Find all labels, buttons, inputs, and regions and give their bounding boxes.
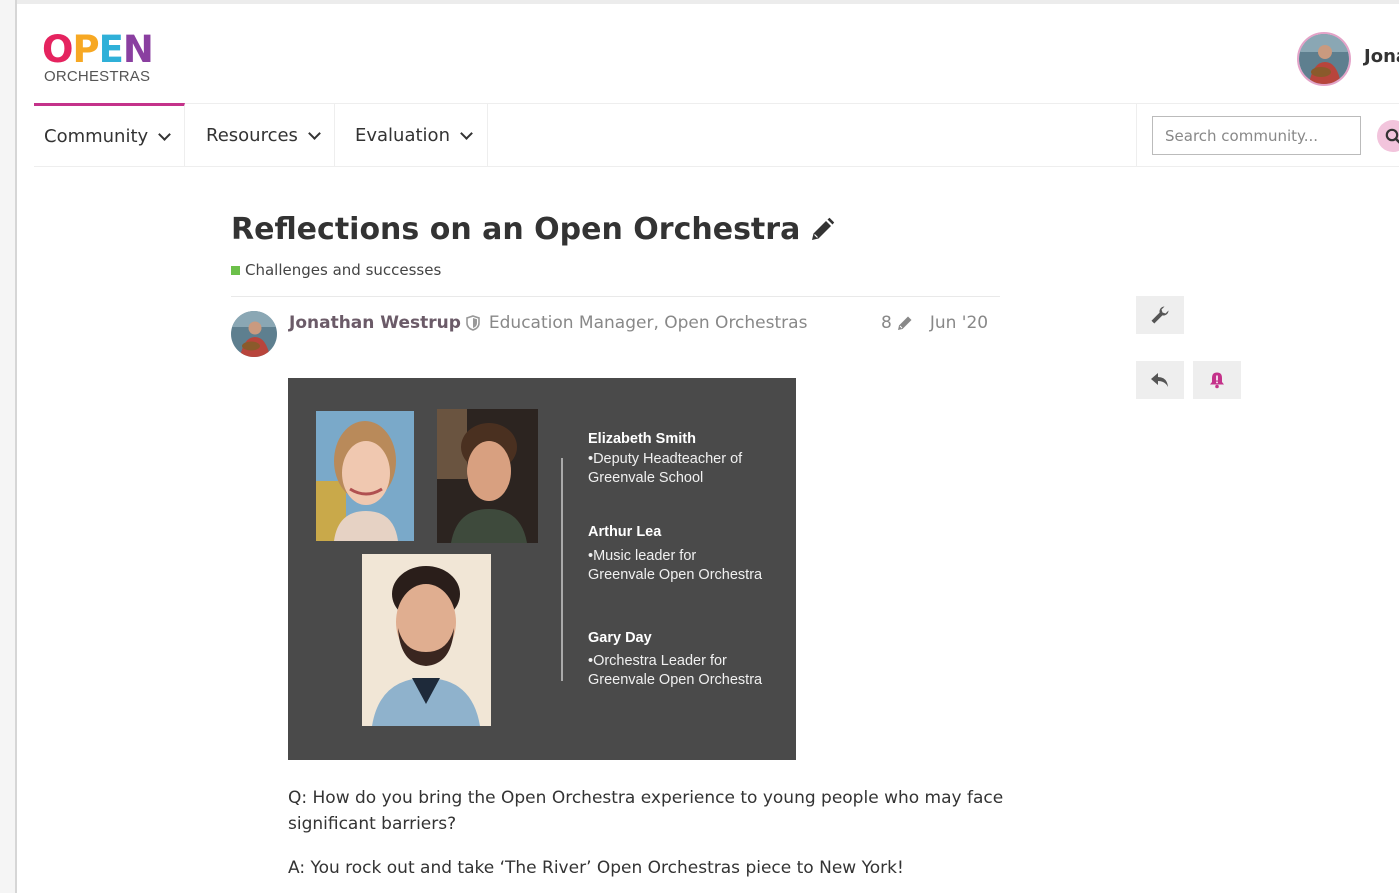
reply-icon: [1151, 373, 1168, 387]
nav-resources[interactable]: Resources: [185, 104, 335, 167]
person-name: Gary Day: [588, 630, 652, 646]
portrait-photo: [316, 411, 414, 541]
nav-label: Evaluation: [355, 125, 450, 146]
username[interactable]: Jonathan: [1364, 46, 1399, 67]
logo-subtitle: ORCHESTRAS: [44, 68, 151, 85]
nav-evaluation[interactable]: Evaluation: [335, 104, 488, 167]
nav-community[interactable]: Community: [34, 103, 185, 167]
nav-divider: [1136, 104, 1137, 167]
person-role: •Deputy Headteacher of: [588, 451, 743, 467]
person-role: Greenvale Open Orchestra: [588, 567, 763, 583]
chevron-down-icon: [460, 126, 473, 140]
pencil-icon[interactable]: [809, 217, 835, 243]
site-logo[interactable]: O P E N ORCHESTRAS: [42, 28, 162, 85]
person-name: Elizabeth Smith: [588, 431, 696, 447]
logo-letter: O: [42, 28, 73, 71]
author-name[interactable]: Jonathan Westrup: [289, 313, 461, 333]
portrait-photo: [362, 554, 491, 726]
person-role: •Music leader for: [588, 548, 697, 564]
search-input[interactable]: [1152, 116, 1361, 155]
person-role: •Orchestra Leader for: [588, 653, 727, 669]
post-date[interactable]: Jun '20: [930, 313, 988, 333]
slide-divider: [561, 458, 563, 681]
logo-letter: P: [72, 28, 99, 71]
divider: [231, 296, 1000, 297]
nav-label: Community: [44, 126, 149, 147]
category-name: Challenges and successes: [245, 261, 442, 279]
avatar-photo: [231, 311, 277, 357]
category-color-dot: [231, 265, 240, 275]
edit-count: 8: [881, 313, 892, 333]
edit-history-button[interactable]: 8: [881, 313, 914, 333]
chevron-down-icon: [308, 126, 321, 140]
pencil-icon: [897, 316, 912, 330]
topic-title-text: Reflections on an Open Orchestra: [231, 212, 801, 247]
bell-icon: [1210, 372, 1224, 389]
user-title: Education Manager, Open Orchestras: [488, 313, 808, 333]
user-avatar[interactable]: [1297, 32, 1351, 86]
logo-letter: E: [98, 28, 124, 71]
post-meta: Jonathan Westrup Education Manager, Open…: [289, 311, 807, 335]
notification-button[interactable]: [1193, 361, 1241, 399]
author-avatar[interactable]: [231, 311, 277, 357]
window-top-edge: [0, 0, 1399, 4]
shield-icon: [466, 315, 480, 331]
search-button[interactable]: [1377, 120, 1399, 152]
admin-wrench-button[interactable]: [1136, 296, 1184, 334]
person-role: Greenvale School: [588, 470, 704, 486]
chevron-down-icon: [158, 127, 172, 141]
main-nav: Community Resources Evaluation: [34, 103, 1399, 167]
avatar-photo: [1299, 34, 1349, 84]
window-left-edge: [0, 0, 17, 893]
post-paragraph: Q: How do you bring the Open Orchestra e…: [288, 788, 1004, 834]
person-name: Arthur Lea: [588, 524, 662, 540]
logo-letter: N: [122, 28, 154, 71]
person-role: Greenvale Open Orchestra: [588, 672, 763, 688]
post-paragraph: A: You rock out and take ‘The River’ Ope…: [288, 858, 904, 878]
wrench-icon: [1151, 306, 1169, 324]
category-badge[interactable]: Challenges and successes: [231, 261, 441, 279]
post-info: 8 Jun '20: [881, 311, 988, 335]
logo-word: O P E N: [42, 28, 162, 71]
topic-title: Reflections on an Open Orchestra: [231, 212, 835, 247]
post-image[interactable]: Elizabeth Smith •Deputy Headteacher of G…: [288, 378, 796, 760]
portrait-photo: [437, 409, 538, 543]
reply-button[interactable]: [1136, 361, 1184, 399]
nav-label: Resources: [206, 125, 298, 146]
search-icon: [1385, 128, 1399, 144]
